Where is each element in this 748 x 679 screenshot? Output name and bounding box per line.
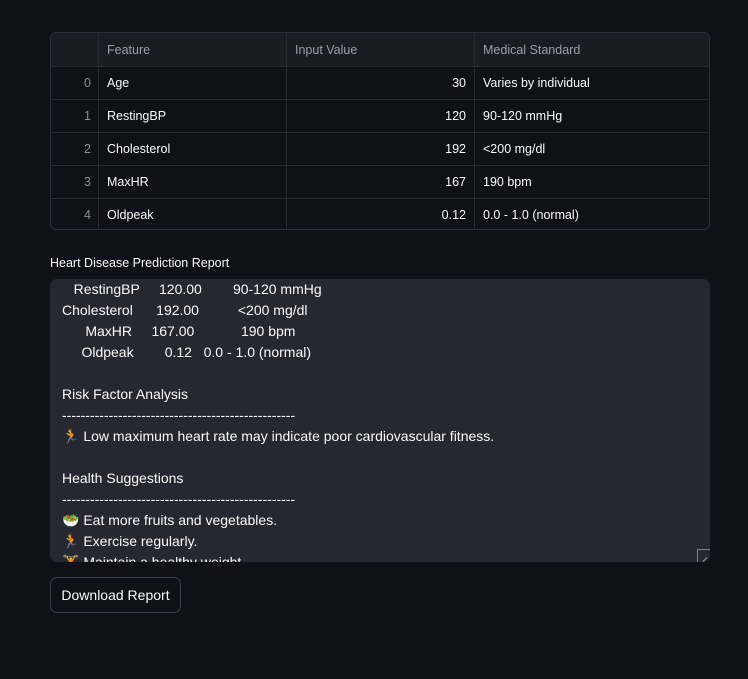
feature-cell[interactable]: RestingBP: [98, 99, 287, 133]
feature-cell[interactable]: Oldpeak: [98, 198, 287, 229]
report-line: Oldpeak 0.12 0.0 - 1.0 (normal): [62, 344, 311, 360]
value-cell[interactable]: 30: [286, 66, 475, 100]
report-line: [62, 363, 698, 384]
value-cell[interactable]: 167: [286, 165, 475, 199]
standard-cell[interactable]: 0.0 - 1.0 (normal): [475, 199, 710, 230]
report-label: Heart Disease Prediction Report: [50, 256, 230, 270]
row-index: 1: [51, 99, 99, 133]
report-line: ----------------------------------------…: [62, 407, 296, 423]
report-textarea[interactable]: RestingBP 120.00 90-120 mmHg Cholesterol …: [50, 279, 710, 562]
value-cell[interactable]: 120: [286, 99, 475, 133]
table-row: 3 MaxHR 167 190 bpm: [51, 165, 709, 199]
resize-handle-icon[interactable]: [697, 549, 710, 562]
row-index: 4: [51, 198, 99, 229]
value-cell[interactable]: 0.12: [286, 198, 475, 229]
report-line: 🏃 Low maximum heart rate may indicate po…: [62, 428, 495, 444]
report-line: 🥗 Eat more fruits and vegetables.: [62, 512, 278, 528]
report-line: Risk Factor Analysis: [62, 386, 189, 402]
report-line: Cholesterol 192.00 <200 mg/dl: [62, 302, 308, 318]
data-table: Feature Input Value Medical Standard 0 A…: [50, 32, 710, 230]
standard-cell[interactable]: Varies by individual: [474, 66, 709, 100]
report-line: 🏃 Exercise regularly.: [62, 533, 198, 549]
standard-cell[interactable]: <200 mg/dl: [474, 132, 709, 166]
row-index: 2: [51, 132, 99, 166]
report-line: ----------------------------------------…: [62, 491, 296, 507]
row-index: 0: [51, 66, 99, 100]
feature-header[interactable]: Feature: [98, 33, 287, 67]
report-line: MaxHR 167.00 190 bpm: [62, 323, 296, 339]
table-row: 2 Cholesterol 192 <200 mg/dl: [51, 132, 709, 166]
feature-cell[interactable]: Age: [98, 66, 287, 100]
table-row: 0 Age 30 Varies by individual: [51, 66, 709, 100]
table-header-row: Feature Input Value Medical Standard: [51, 33, 709, 67]
download-report-button[interactable]: Download Report: [50, 577, 181, 613]
value-cell[interactable]: 192: [286, 132, 475, 166]
standard-cell[interactable]: 190 bpm: [474, 165, 709, 199]
table-row: 1 RestingBP 120 90-120 mmHg: [51, 99, 709, 133]
standard-cell[interactable]: 90-120 mmHg: [474, 99, 709, 133]
input-value-header[interactable]: Input Value: [286, 33, 475, 67]
medical-standard-header[interactable]: Medical Standard: [474, 33, 709, 67]
report-text: RestingBP 120.00 90-120 mmHg Cholesterol …: [62, 279, 698, 562]
row-index: 3: [51, 165, 99, 199]
report-line: [62, 447, 698, 468]
index-header: [51, 33, 99, 67]
table-row: 4 Oldpeak 0.12 0.0 - 1.0 (normal): [51, 198, 710, 230]
report-line: Health Suggestions: [62, 470, 184, 486]
feature-cell[interactable]: MaxHR: [98, 165, 287, 199]
report-line: RestingBP 120.00 90-120 mmHg: [62, 281, 322, 297]
feature-cell[interactable]: Cholesterol: [98, 132, 287, 166]
report-line: 🏋 Maintain a healthy weight.: [62, 554, 246, 562]
